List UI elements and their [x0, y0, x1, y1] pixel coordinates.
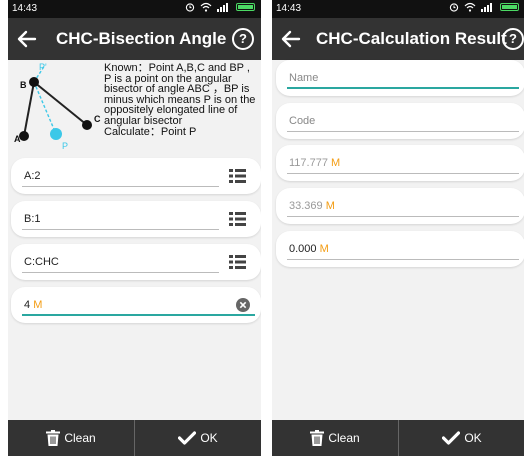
- diagram-point-p: [50, 128, 62, 140]
- name-field[interactable]: Name: [276, 60, 524, 96]
- bp-distance-value: 4: [24, 299, 31, 311]
- ok-button[interactable]: OK: [135, 420, 261, 456]
- height-unit: M: [319, 243, 329, 255]
- height-text: 0.000 M: [289, 243, 329, 255]
- east-field: 33.369 M: [276, 188, 524, 224]
- status-icons: [185, 2, 255, 12]
- alarm-icon: [449, 3, 459, 12]
- point-a-field[interactable]: A:2: [11, 158, 261, 194]
- diagram-bc-line: [33, 81, 88, 126]
- bp-distance-unit: M: [33, 299, 43, 311]
- bp-distance-field[interactable]: 4 M: [11, 287, 261, 323]
- wifi-icon: [464, 2, 476, 12]
- help-icon[interactable]: ?: [502, 28, 524, 50]
- status-bar: 14:43: [272, 0, 524, 18]
- bisection-diagram: P' B C A P: [14, 62, 101, 151]
- clean-button[interactable]: Clean: [8, 420, 135, 456]
- status-time: 14:43: [276, 3, 302, 14]
- north-unit: M: [331, 157, 341, 169]
- diagram-point-a: [19, 131, 29, 141]
- bottom-action-bar: Clean OK: [272, 420, 524, 456]
- field-underline: [22, 272, 219, 273]
- list-icon[interactable]: [229, 212, 246, 226]
- trash-icon: [310, 430, 325, 446]
- code-placeholder: Code: [289, 115, 316, 127]
- known-text: Known：Point A,B,C and BP , P is a point …: [104, 63, 260, 138]
- status-icons: [449, 2, 519, 12]
- point-c-field[interactable]: C:CHC: [11, 244, 261, 280]
- height-field[interactable]: 0.000 M: [276, 231, 524, 267]
- east-unit: M: [325, 200, 335, 212]
- back-arrow-icon[interactable]: [15, 27, 39, 51]
- diagram-point-c: [82, 120, 92, 130]
- ok-label: OK: [200, 431, 218, 445]
- field-underline: [287, 259, 519, 260]
- check-icon: [442, 431, 461, 445]
- diagram-label-p-prime: P': [39, 62, 47, 72]
- point-c-value: C:CHC: [24, 256, 59, 268]
- diagram-label-c: C: [94, 114, 101, 124]
- north-value: 117.777: [289, 157, 328, 169]
- battery-icon: [500, 3, 519, 11]
- status-time: 14:43: [12, 3, 38, 14]
- east-text: 33.369 M: [289, 200, 335, 212]
- diagram-point-b: [29, 77, 39, 87]
- point-a-value: A:2: [24, 170, 41, 182]
- bottom-action-bar: Clean OK: [8, 420, 261, 456]
- known-description: Known：Point A,B,C and BP , P is a point …: [104, 62, 256, 127]
- list-icon[interactable]: [229, 169, 246, 183]
- clean-label: Clean: [64, 431, 96, 445]
- ok-label: OK: [464, 431, 482, 445]
- field-underline-active: [22, 314, 255, 316]
- wifi-icon: [200, 2, 212, 12]
- diagram-label-b: B: [20, 80, 27, 90]
- page-title: CHC-Calculation Result: [316, 29, 507, 48]
- diagram-ba-line: [23, 81, 35, 137]
- clear-icon[interactable]: [236, 298, 250, 312]
- app-bar: CHC-Calculation Result ?: [272, 18, 524, 60]
- bisection-screen: 14:43 CHC-Bisection Angle ? P' B C A P K…: [8, 0, 261, 456]
- height-value: 0.000: [289, 243, 317, 255]
- problem-description: P' B C A P Known：Point A,B,C and BP , P …: [8, 60, 261, 152]
- bp-distance-text: 4 M: [24, 299, 42, 311]
- field-underline: [287, 216, 519, 217]
- list-icon[interactable]: [229, 255, 246, 269]
- diagram-label-a: A: [14, 134, 21, 144]
- field-underline: [22, 186, 219, 187]
- clean-label: Clean: [328, 431, 360, 445]
- east-value: 33.369: [289, 200, 323, 212]
- field-underline: [22, 229, 219, 230]
- diagram-label-p: P: [62, 141, 68, 151]
- name-placeholder: Name: [289, 72, 319, 84]
- north-field: 117.777 M: [276, 145, 524, 181]
- field-underline: [287, 131, 519, 132]
- code-field[interactable]: Code: [276, 103, 524, 139]
- north-text: 117.777 M: [289, 157, 340, 169]
- point-b-value: B:1: [24, 213, 41, 225]
- result-screen: 14:43 CHC-Calculation Result ? Name Code…: [272, 0, 524, 456]
- help-icon[interactable]: ?: [232, 28, 254, 50]
- alarm-icon: [185, 3, 195, 12]
- page-title: CHC-Bisection Angle: [56, 29, 227, 48]
- check-icon: [178, 431, 197, 445]
- clean-button[interactable]: Clean: [272, 420, 399, 456]
- calculate-text: Calculate：Point P: [104, 126, 197, 138]
- point-b-field[interactable]: B:1: [11, 201, 261, 237]
- battery-icon: [236, 3, 255, 11]
- back-arrow-icon[interactable]: [279, 27, 303, 51]
- ok-button[interactable]: OK: [399, 420, 524, 456]
- field-underline-active: [287, 87, 519, 89]
- signal-icon: [481, 3, 492, 12]
- signal-icon: [217, 3, 228, 12]
- field-underline: [287, 173, 519, 174]
- status-bar: 14:43: [8, 0, 261, 18]
- trash-icon: [46, 430, 61, 446]
- app-bar: CHC-Bisection Angle ?: [8, 18, 261, 60]
